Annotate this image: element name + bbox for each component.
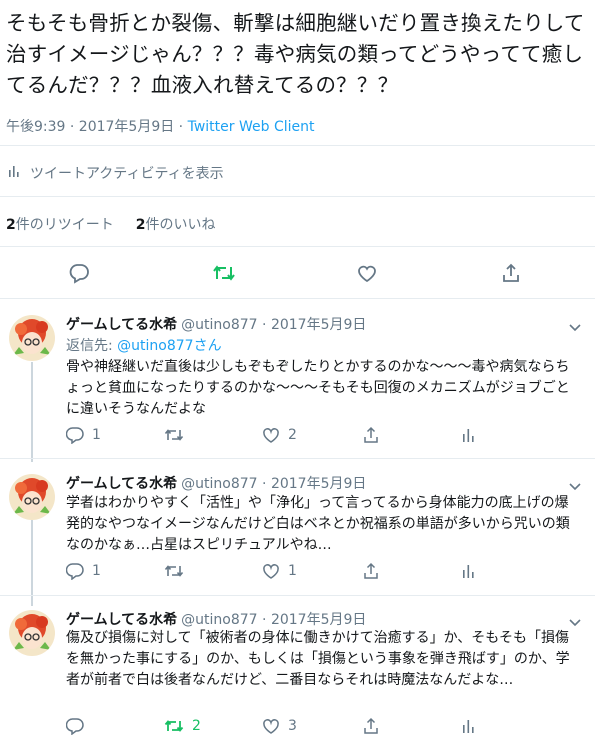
analytics-icon[interactable] <box>462 562 476 580</box>
tweet-activity-link[interactable]: ツイートアクティビティを表示 <box>8 163 224 183</box>
thread-line <box>31 520 33 606</box>
user-handle[interactable]: @utino877 <box>181 476 257 492</box>
tweet-client-link[interactable]: Twitter Web Client <box>188 119 315 135</box>
share-button[interactable] <box>362 426 380 444</box>
reply-actions: 1 2 <box>66 426 586 444</box>
analytics-icon <box>8 164 22 182</box>
divider <box>0 246 595 247</box>
retweet-count-link[interactable]: 2件のリツイート <box>6 214 114 234</box>
display-name[interactable]: ゲームしてる水希 <box>66 612 177 628</box>
reply-button[interactable]: 1 <box>66 562 101 580</box>
like-count: 3 <box>288 718 297 734</box>
retweet-button[interactable] <box>164 426 192 444</box>
reply-text: 学者はわかりやすく「活性」や「浄化」って言ってるから身体能力の底上げの爆発的なや… <box>66 495 570 553</box>
chevron-down-icon[interactable] <box>568 318 582 332</box>
reply-button[interactable] <box>66 717 92 735</box>
share-button[interactable] <box>362 562 380 580</box>
tweet-time: 午後9:39 · 2017年5月9日 · <box>6 119 188 135</box>
like-count: 1 <box>288 563 297 579</box>
analytics-icon[interactable] <box>462 426 476 444</box>
analytics-icon[interactable] <box>462 717 476 735</box>
reply-count: 1 <box>92 427 101 443</box>
like-button[interactable]: 3 <box>262 717 297 735</box>
retweet-count: 2 <box>192 718 201 734</box>
user-handle[interactable]: @utino877 <box>181 612 257 628</box>
tweet-activity-label: ツイートアクティビティを表示 <box>30 166 224 182</box>
thread-line <box>31 362 33 462</box>
tweet-actions <box>0 262 595 284</box>
reply-to: 返信先: @utino877さん <box>66 338 222 354</box>
avatar[interactable] <box>9 474 55 520</box>
share-button[interactable] <box>362 717 380 735</box>
like-button[interactable]: 2 <box>262 426 297 444</box>
retweet-icon[interactable] <box>212 262 235 284</box>
reply-header: ゲームしてる水希 @utino877 · 2017年5月9日 <box>66 609 366 629</box>
reply-date[interactable]: · 2017年5月9日 <box>258 612 366 628</box>
reply-header: ゲームしてる水希 @utino877 · 2017年5月9日 <box>66 314 366 334</box>
display-name[interactable]: ゲームしてる水希 <box>66 317 177 333</box>
like-count-link[interactable]: 2件のいいね <box>136 214 216 234</box>
reply-text: 傷及び損傷に対して「被術者の身体に働きかけて治癒する」か、そもそも「損傷を無かっ… <box>66 630 570 688</box>
divider <box>0 196 595 197</box>
reply-text: 骨や神経継いだ直後は少しもぞもぞしたりとかするのかな〜〜〜毒や病気ならちょっと貧… <box>66 359 570 417</box>
retweet-button[interactable]: 2 <box>164 717 201 735</box>
tweet-text: そもそも骨折とか裂傷、斬撃は細胞継いだり置き換えたりして治すイメージじゃん？？？… <box>6 11 585 97</box>
reply-date[interactable]: · 2017年5月9日 <box>258 317 366 333</box>
chevron-down-icon[interactable] <box>568 477 582 491</box>
chevron-down-icon[interactable] <box>568 613 582 627</box>
engagement-counts: 2件のリツイート 2件のいいね <box>6 214 216 234</box>
share-icon[interactable] <box>500 262 522 284</box>
retweet-button[interactable] <box>164 562 192 580</box>
divider <box>0 298 595 299</box>
avatar[interactable] <box>9 610 55 656</box>
reply-header: ゲームしてる水希 @utino877 · 2017年5月9日 <box>66 473 366 493</box>
reply-date[interactable]: · 2017年5月9日 <box>258 476 366 492</box>
display-name[interactable]: ゲームしてる水希 <box>66 476 177 492</box>
divider <box>0 595 595 596</box>
divider <box>0 145 595 146</box>
heart-icon[interactable] <box>356 262 378 284</box>
mention-link[interactable]: @utino877 <box>117 338 193 354</box>
user-handle[interactable]: @utino877 <box>181 317 257 333</box>
reply-button[interactable]: 1 <box>66 426 101 444</box>
like-count: 2 <box>288 427 297 443</box>
reply-actions: 1 1 <box>66 562 586 580</box>
like-button[interactable]: 1 <box>262 562 297 580</box>
tweet-meta: 午後9:39 · 2017年5月9日 · Twitter Web Client <box>6 116 314 136</box>
reply-count: 1 <box>92 563 101 579</box>
avatar[interactable] <box>9 315 55 361</box>
reply-icon[interactable] <box>68 262 90 284</box>
reply-actions: 2 3 <box>66 717 586 735</box>
divider <box>0 458 595 459</box>
